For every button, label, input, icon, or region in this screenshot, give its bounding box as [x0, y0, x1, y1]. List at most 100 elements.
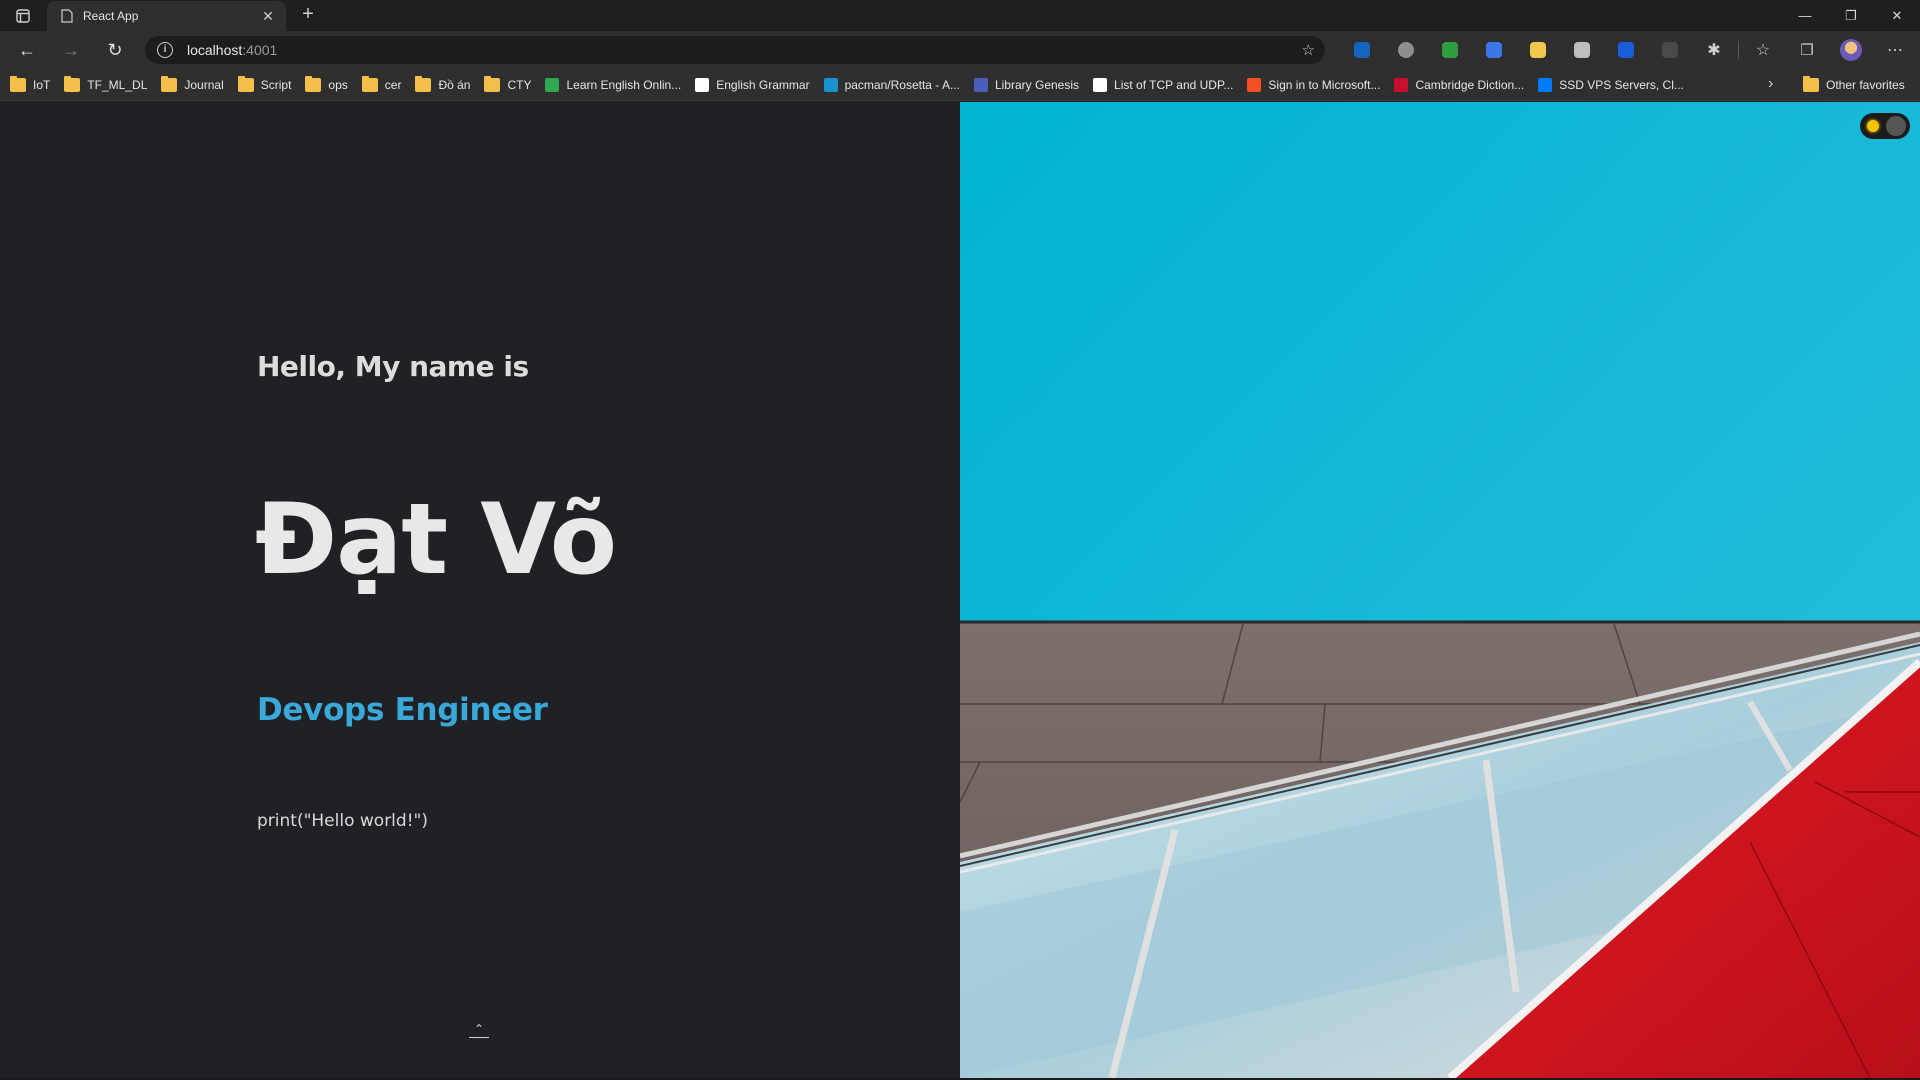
collections-icon: ❒ — [1800, 42, 1814, 59]
bookmark-label: List of TCP and UDP... — [1114, 77, 1234, 92]
page-content: Hello, My name is Đạt Võ Devops Engineer… — [0, 102, 1920, 1078]
bookmark-label: Script — [260, 77, 292, 92]
arch-icon — [823, 77, 838, 92]
close-window-button[interactable]: ✕ — [1874, 0, 1920, 31]
extension-shield-button[interactable] — [1428, 31, 1472, 69]
bookmark-label: ops — [328, 77, 348, 92]
highlighter-icon — [1530, 42, 1546, 58]
folder-icon — [237, 75, 254, 92]
back-button[interactable]: ← — [5, 31, 49, 69]
extension-bitwarden-button[interactable] — [1604, 31, 1648, 69]
tab-actions-button[interactable] — [0, 0, 46, 31]
toolbar-divider — [1738, 41, 1739, 59]
owner-name: Đạt Võ — [255, 483, 617, 597]
favorites-icon: ☆ — [1755, 42, 1771, 59]
bookmark-item[interactable]: List of TCP and UDP... — [1093, 77, 1234, 92]
extension-highlighter-button[interactable] — [1516, 31, 1560, 69]
wikipedia-icon — [1093, 77, 1108, 92]
cambridge-icon — [1394, 77, 1409, 92]
settings-menu-button[interactable]: ⋯ — [1873, 31, 1917, 69]
bookmark-item[interactable]: Learn English Onlin... — [545, 77, 682, 92]
scroll-up-icon[interactable]: ⌃ — [468, 1022, 490, 1038]
bookmark-item[interactable]: pacman/Rosetta - A... — [823, 77, 960, 92]
restore-button[interactable]: ❐ — [1828, 0, 1874, 31]
folder-icon — [415, 75, 432, 92]
extension-j-button[interactable] — [1340, 31, 1384, 69]
bookmark-item[interactable]: Sign in to Microsoft... — [1247, 77, 1381, 92]
greeting-text: Hello, My name is — [257, 350, 529, 383]
favorites-button[interactable]: ☆ — [1741, 31, 1785, 69]
architecture-photo — [960, 102, 1920, 1078]
folder-icon — [361, 75, 378, 92]
bookmark-label: Sign in to Microsoft... — [1268, 77, 1381, 92]
sun-icon — [1867, 120, 1879, 132]
bitwarden-icon — [1618, 42, 1634, 58]
more-favorites-chevron-icon[interactable]: › — [1768, 75, 1773, 93]
bookmark-label: cer — [384, 77, 402, 92]
folder-icon — [161, 75, 178, 92]
tab-react-app[interactable]: React App ✕ — [47, 1, 286, 31]
back-arrow-icon: ← — [18, 39, 36, 60]
bookmark-item[interactable]: Script — [237, 75, 292, 92]
bookmark-label: IoT — [33, 77, 51, 92]
theme-toggle[interactable] — [1860, 113, 1910, 139]
bookmark-label: Journal — [184, 77, 224, 92]
bookmark-label: Learn English Onlin... — [566, 77, 682, 92]
minimize-button[interactable]: — — [1782, 0, 1828, 31]
bookmark-item[interactable]: IoT — [10, 75, 51, 92]
browser-toolbar: ← → ↻ i localhost:4001 ☆ ✱ ☆ ❒ ⋯ — [0, 31, 1920, 69]
bookmark-item[interactable]: Library Genesis — [973, 77, 1080, 92]
profile-button[interactable] — [1829, 31, 1873, 69]
j-extension-icon — [1354, 42, 1370, 58]
extensions-menu-button[interactable]: ✱ — [1692, 31, 1736, 69]
disabled-extension-icon — [1662, 42, 1678, 58]
extension-glasses-button[interactable] — [1384, 31, 1428, 69]
site-info-icon[interactable]: i — [157, 42, 173, 58]
bookmark-item[interactable]: English Grammar — [695, 77, 810, 92]
refresh-button[interactable]: ↻ — [93, 31, 137, 69]
bookmark-item[interactable]: cer — [361, 75, 402, 92]
job-title: Devops Engineer — [257, 692, 548, 728]
refresh-icon: ↻ — [107, 39, 123, 60]
bookmark-item[interactable]: Cambridge Diction... — [1394, 77, 1524, 92]
bookmark-item[interactable]: Journal — [161, 75, 224, 92]
extension-translate-button[interactable] — [1472, 31, 1516, 69]
checkbox-icon — [695, 77, 710, 92]
bookmark-label: SSD VPS Servers, Cl... — [1559, 77, 1684, 92]
folder-icon — [305, 75, 322, 92]
folder-icon — [1803, 76, 1819, 92]
translate-icon — [1486, 42, 1502, 58]
bookmark-item[interactable]: CTY — [484, 75, 531, 92]
new-tab-button[interactable]: + — [296, 3, 320, 27]
folder-icon — [64, 75, 81, 92]
bookmark-item[interactable]: TF_ML_DL — [64, 75, 147, 92]
clover-icon — [545, 77, 560, 92]
green-shield-icon — [1442, 42, 1458, 58]
code-snippet: print("Hello world!") — [257, 811, 428, 831]
microsoft-icon — [1247, 77, 1262, 92]
bookmark-item[interactable]: SSD VPS Servers, Cl... — [1538, 77, 1684, 92]
tab-title: React App — [83, 9, 139, 23]
bookmark-item[interactable]: ops — [305, 75, 348, 92]
favorites-bar: IoT TF_ML_DL Journal Script ops cer Đồ án CTY Le… — [0, 69, 1920, 101]
other-favorites-label: Other favorites — [1826, 78, 1905, 92]
other-favorites-folder[interactable]: Other favorites — [1803, 69, 1905, 101]
bookmark-label: Library Genesis — [994, 77, 1080, 92]
glasses-extension-icon — [1398, 42, 1414, 58]
vultr-icon — [1538, 77, 1553, 92]
forward-button[interactable]: → — [49, 31, 93, 69]
window-controls: — ❐ ✕ — [1782, 0, 1920, 31]
collections-button[interactable]: ❒ — [1785, 31, 1829, 69]
screenshot-icon — [1574, 42, 1590, 58]
close-tab-icon[interactable]: ✕ — [260, 8, 276, 25]
folder-icon — [484, 75, 501, 92]
extensions-bar: ✱ ☆ ❒ ⋯ — [1340, 31, 1917, 69]
extension-disabled-button[interactable] — [1648, 31, 1692, 69]
add-favorite-icon[interactable]: ☆ — [1302, 41, 1315, 59]
bookmark-item[interactable]: Đồ án — [415, 75, 470, 92]
folder-icon — [10, 75, 26, 92]
extension-screenshot-button[interactable] — [1560, 31, 1604, 69]
toggle-knob — [1886, 116, 1906, 136]
address-bar[interactable]: i localhost:4001 ☆ — [145, 36, 1325, 64]
url-port: :4001 — [242, 42, 278, 58]
